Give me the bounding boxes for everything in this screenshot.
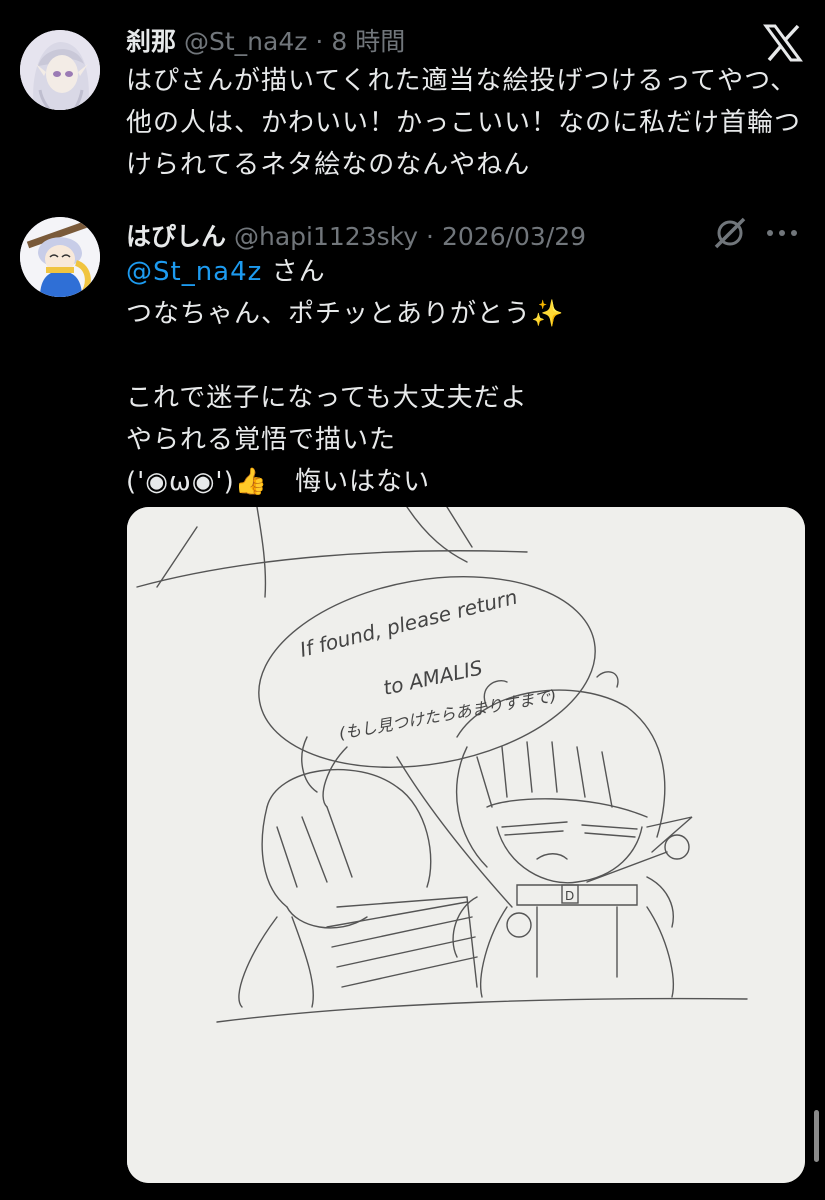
post-text: @St_na4z さん つなちゃん、ポチッとありがとう✨ これで迷子になっても大…: [126, 251, 805, 503]
text-line-3: これで迷子になっても大丈夫だよ: [126, 383, 528, 413]
post-hapishin[interactable]: はぴしん @hapi1123sky · 2026/03/29 @St_na4z …: [0, 195, 825, 1200]
more-dots-icon[interactable]: [762, 213, 802, 253]
grok-slash-icon[interactable]: [710, 213, 750, 253]
scrollbar[interactable]: [814, 1110, 819, 1162]
display-name[interactable]: 刹那: [126, 22, 176, 58]
sparkles-emoji: ✨: [531, 299, 565, 329]
handle[interactable]: @hapi1123sky: [234, 222, 418, 251]
post-date[interactable]: 2026/03/29: [442, 222, 586, 251]
mention-link[interactable]: @St_na4z: [126, 257, 262, 287]
mention-suffix: さん: [262, 257, 326, 287]
avatar-setsuna[interactable]: [20, 30, 100, 110]
avatar-hapishin[interactable]: [20, 217, 100, 297]
text-line-4: やられる覚悟で描いた: [126, 425, 397, 455]
post-header: 刹那 @St_na4z · 8 時間: [126, 22, 405, 58]
post-text: はぴさんが描いてくれた適当な絵投げつけるってやつ、他の人は、かわいい！かっこいい…: [126, 66, 802, 180]
post-setsuna[interactable]: 刹那 @St_na4z · 8 時間 はぴさんが描いてくれた適当な絵投げつけるっ…: [0, 0, 825, 195]
text-line-5: 悔いはない: [268, 467, 431, 497]
separator-dot: ·: [315, 27, 324, 56]
text-line-1: つなちゃん、ポチッとありがとう: [126, 299, 532, 329]
post-image[interactable]: If found, please return to AMALIS (もし見つけ…: [127, 507, 805, 1183]
x-logo-icon[interactable]: [763, 24, 803, 62]
kaomoji: ('◉ω◉'): [126, 467, 235, 497]
collar-tag: D: [565, 889, 574, 903]
sketch-drawing: If found, please return to AMALIS (もし見つけ…: [127, 507, 805, 1183]
handle[interactable]: @St_na4z: [184, 27, 307, 56]
timestamp[interactable]: 8 時間: [331, 22, 405, 58]
post-header: はぴしん @hapi1123sky · 2026/03/29: [126, 217, 586, 253]
separator-dot: ·: [426, 222, 434, 251]
thumbs-up-emoji: 👍: [234, 467, 269, 497]
display-name[interactable]: はぴしん: [126, 217, 226, 253]
